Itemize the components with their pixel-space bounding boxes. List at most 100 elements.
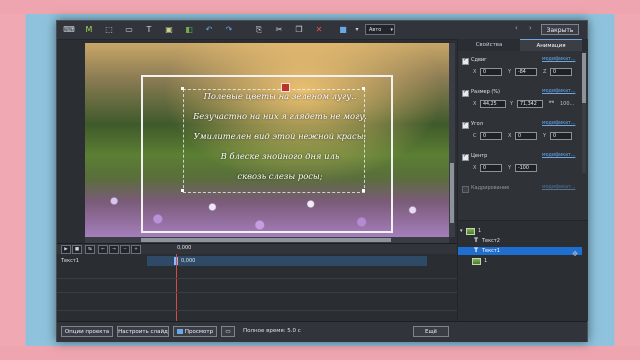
text-icon[interactable]: T xyxy=(143,24,155,36)
cut-icon[interactable]: ✂ xyxy=(273,24,285,36)
move-icon[interactable]: ✥ xyxy=(572,250,578,258)
stop-button[interactable]: ■ xyxy=(72,245,82,254)
collapse-icon[interactable]: ▾ xyxy=(460,227,463,235)
total-time: Полное время: 5.0 с xyxy=(243,328,301,334)
layer-item[interactable]: ▾ 1 xyxy=(458,227,582,235)
chevron-down-icon: ▾ xyxy=(390,27,393,33)
resize-handle[interactable] xyxy=(362,87,365,90)
size-checkbox[interactable] xyxy=(462,89,469,97)
project-options-button[interactable]: Опции проекта xyxy=(61,326,113,337)
timeline: ▶ ■ ↹ ← → − + 0,000 Текст1 0,000 xyxy=(57,243,457,322)
angle-checkbox[interactable] xyxy=(462,121,469,129)
redo-icon[interactable]: ↷ xyxy=(223,24,235,36)
preview-button[interactable]: Просмотр xyxy=(173,326,217,337)
copy-icon[interactable]: ❐ xyxy=(293,24,305,36)
poem-line-2: Безучастно на них я глядеть не могу. xyxy=(193,111,367,121)
offset-z-field[interactable]: 0 xyxy=(550,68,572,76)
field-label: Y xyxy=(508,69,512,75)
paste-icon[interactable]: ⎘ xyxy=(253,24,265,36)
zoom-select[interactable]: Авто ▾ xyxy=(365,24,395,35)
field-label: C xyxy=(473,133,477,139)
tab-properties[interactable]: Свойства xyxy=(458,39,520,51)
remove-key-button[interactable]: − xyxy=(120,245,130,254)
center-x-field[interactable]: 0 xyxy=(480,164,502,172)
crop-icon[interactable]: ▭ xyxy=(123,24,135,36)
size-y-field[interactable]: 71,342 xyxy=(517,100,543,108)
modifier-link[interactable]: модификат... xyxy=(542,57,575,62)
color-fill-icon[interactable]: ■ xyxy=(337,24,349,36)
angle-x-field[interactable]: 0 xyxy=(515,132,537,140)
center-checkbox[interactable] xyxy=(462,153,469,161)
layer-add-icon[interactable]: ◧ xyxy=(183,24,195,36)
field-label: X xyxy=(473,69,477,75)
angle-y-field[interactable]: 0 xyxy=(550,132,572,140)
editor-window: ⌨ M ⬚ ▭ T ▣ ◧ ↶ ↷ ⎘ ✂ ❐ ✕ ■ ▾ Авто ▾ ‹ ›… xyxy=(56,20,588,342)
section-offset: Сдвиг модификат... X 0 Y -84 Z 0 xyxy=(462,57,582,85)
playhead[interactable] xyxy=(176,254,177,322)
preview-vscroll[interactable] xyxy=(449,43,455,237)
field-label: Y xyxy=(510,101,514,107)
offset-checkbox[interactable] xyxy=(462,57,469,65)
delete-icon[interactable]: ✕ xyxy=(313,24,325,36)
offset-y-field[interactable]: -84 xyxy=(515,68,537,76)
field-label: Y xyxy=(508,165,512,171)
bottom-bar: Опции проекта Настроить слайд Просмотр ▭… xyxy=(57,321,587,342)
scroll-thumb[interactable] xyxy=(450,163,454,223)
section-crop: Кадрирование модификат... xyxy=(462,185,582,197)
image-icon[interactable]: ▣ xyxy=(163,24,175,36)
preview-icon xyxy=(177,329,183,334)
image-layer-icon xyxy=(466,228,475,235)
crop-checkbox[interactable] xyxy=(462,186,469,193)
screen-button[interactable]: ▭ xyxy=(221,326,235,337)
preview-canvas[interactable]: Полевые цветы на зеленом лугу.. Безучаст… xyxy=(85,43,449,237)
resize-handle[interactable] xyxy=(362,189,365,192)
next-arrow-icon[interactable]: › xyxy=(529,24,532,32)
modifier-link[interactable]: модификат... xyxy=(542,121,575,126)
modifier-link[interactable]: модификат... xyxy=(542,89,575,94)
chevron-down-icon[interactable]: ▾ xyxy=(351,24,363,36)
resize-handle[interactable] xyxy=(181,189,184,192)
scroll-thumb[interactable] xyxy=(582,53,586,103)
timeline-time: 0,000 xyxy=(177,245,192,251)
section-size: Размер (%) модификат... X 44,25 Y 71,342… xyxy=(462,89,582,117)
magic-icon[interactable]: M xyxy=(83,24,95,36)
next-key-button[interactable]: → xyxy=(109,245,119,254)
field-label: X xyxy=(508,133,512,139)
add-key-button[interactable]: + xyxy=(131,245,141,254)
panel-scrollbar[interactable] xyxy=(582,53,586,173)
modifier-link[interactable]: модификат... xyxy=(542,185,575,190)
scroll-thumb[interactable] xyxy=(141,238,391,242)
layer-label: Текст2 xyxy=(482,238,500,244)
fit-button[interactable]: ↹ xyxy=(85,245,95,254)
size-x-field[interactable]: 44,25 xyxy=(480,100,506,108)
layer-item-selected[interactable]: T Текст1 xyxy=(458,247,582,255)
field-label: Z xyxy=(543,69,547,75)
select-icon[interactable]: ⬚ xyxy=(103,24,115,36)
field-label: Y xyxy=(543,133,547,139)
prev-key-button[interactable]: ← xyxy=(98,245,108,254)
undo-icon[interactable]: ↶ xyxy=(203,24,215,36)
close-button[interactable]: Закрыть xyxy=(541,24,579,35)
image-layer-icon xyxy=(472,258,481,265)
prev-arrow-icon[interactable]: ‹ xyxy=(515,24,518,32)
keyboard-icon[interactable]: ⌨ xyxy=(63,24,75,36)
text-layer-icon: T xyxy=(474,247,479,254)
properties-panel: Свойства Анимация Сдвиг модификат... X 0… xyxy=(457,39,588,220)
resize-handle[interactable] xyxy=(181,87,184,90)
section-angle: Угол модификат... C 0 X 0 Y 0 xyxy=(462,121,582,149)
divider xyxy=(57,278,457,279)
layer-item[interactable]: 1 xyxy=(458,257,582,265)
slide-settings-button[interactable]: Настроить слайд xyxy=(117,326,169,337)
angle-c-field[interactable]: 0 xyxy=(480,132,502,140)
more-button[interactable]: Ещё xyxy=(413,326,449,337)
offset-x-field[interactable]: 0 xyxy=(480,68,502,76)
modifier-link[interactable]: модификат... xyxy=(542,153,575,158)
divider xyxy=(57,292,457,293)
layer-label: Текст1 xyxy=(482,248,500,254)
chain-link-icon[interactable]: ⚯ xyxy=(549,99,554,106)
play-button[interactable]: ▶ xyxy=(61,245,71,254)
tab-animation[interactable]: Анимация xyxy=(520,39,582,51)
divider xyxy=(57,310,457,311)
layer-item[interactable]: T Текст2 xyxy=(458,237,582,245)
center-y-field[interactable]: -100 xyxy=(515,164,537,172)
